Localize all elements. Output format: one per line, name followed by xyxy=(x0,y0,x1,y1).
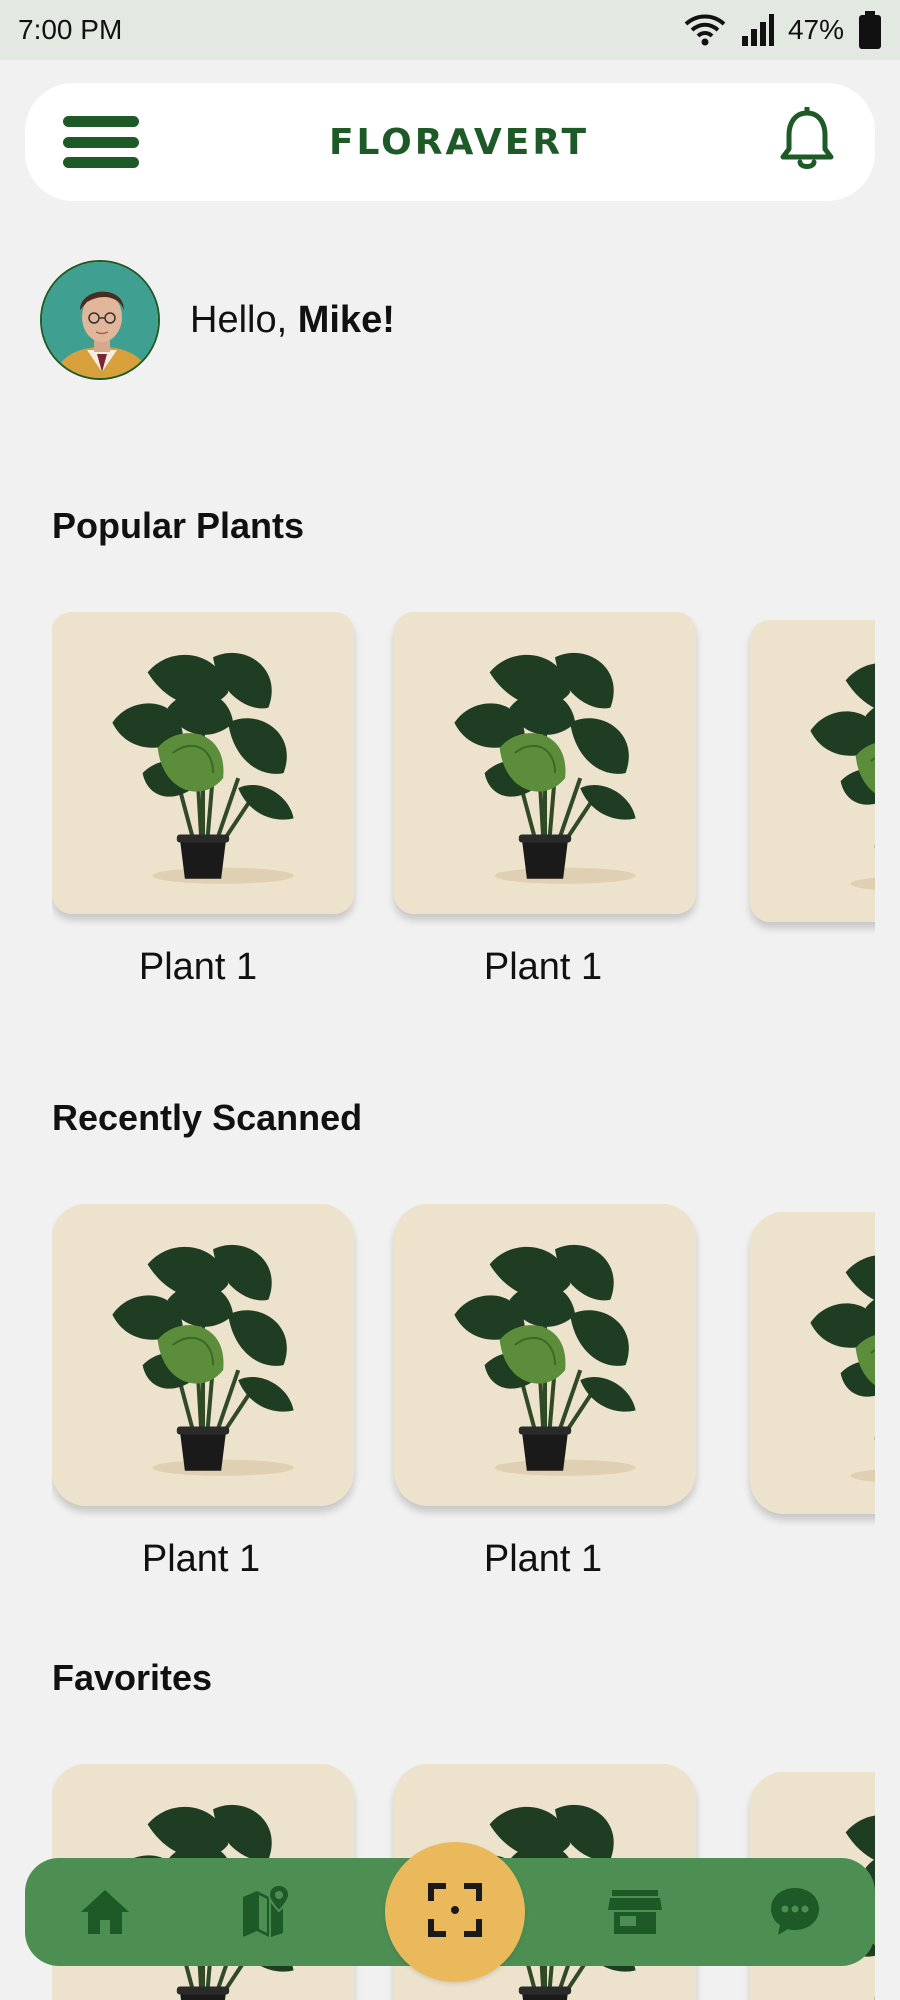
greeting-prefix: Hello, xyxy=(190,298,298,341)
plant-image xyxy=(394,1204,696,1506)
scan-icon xyxy=(427,1882,483,1943)
wifi-icon xyxy=(684,14,726,46)
plant-image xyxy=(750,620,875,922)
status-icons: 47% xyxy=(684,11,882,49)
plant-card[interactable] xyxy=(750,1212,875,1514)
plant-image xyxy=(52,1204,354,1506)
scan-button[interactable] xyxy=(385,1842,525,1982)
chat-icon[interactable] xyxy=(765,1882,825,1942)
avatar[interactable] xyxy=(40,260,160,380)
plant-card[interactable] xyxy=(394,612,696,914)
plant-image xyxy=(52,612,354,914)
popular-plants-carousel[interactable] xyxy=(52,612,875,942)
status-bar: 7:00 PM 47% xyxy=(0,0,900,60)
favorites-title: Favorites xyxy=(52,1657,213,1698)
recently-scanned-carousel[interactable] xyxy=(52,1204,875,1534)
app-header: FLORAVERT xyxy=(25,83,875,201)
plant-label: Plant 1 xyxy=(138,946,258,988)
plant-label: Plant 1 xyxy=(141,1538,261,1580)
signal-icon xyxy=(740,14,774,46)
plant-label: Plant 1 xyxy=(483,1538,603,1580)
plant-image xyxy=(394,612,696,914)
map-icon[interactable] xyxy=(235,1882,295,1942)
plant-card[interactable] xyxy=(52,1204,354,1506)
plant-card[interactable] xyxy=(750,620,875,922)
battery-icon xyxy=(858,11,882,49)
plant-card[interactable] xyxy=(394,1204,696,1506)
recently-scanned-title: Recently Scanned xyxy=(52,1097,363,1138)
brand-title: FLORAVERT xyxy=(328,121,590,163)
plant-image xyxy=(750,1212,875,1514)
popular-plants-title: Popular Plants xyxy=(52,505,305,546)
user-name: Mike! xyxy=(297,298,395,341)
battery-percent: 47% xyxy=(787,14,844,45)
home-icon[interactable] xyxy=(75,1882,135,1942)
plant-card[interactable] xyxy=(52,612,354,914)
plant-label: Plant 1 xyxy=(483,946,603,988)
store-icon[interactable] xyxy=(605,1882,665,1942)
greeting: Hello, Mike! xyxy=(40,260,395,380)
menu-icon[interactable] xyxy=(63,116,139,168)
bell-icon[interactable] xyxy=(779,105,835,178)
greeting-text: Hello, Mike! xyxy=(190,299,395,342)
status-time: 7:00 PM xyxy=(18,14,123,45)
